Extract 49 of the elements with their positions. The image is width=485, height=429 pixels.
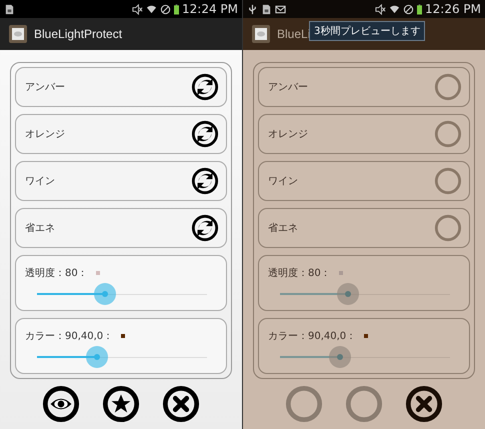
slider[interactable] xyxy=(280,346,450,368)
ring-icon[interactable] xyxy=(434,73,462,101)
mute-icon xyxy=(375,4,386,14)
slider[interactable] xyxy=(37,346,207,368)
wifi-icon xyxy=(146,4,157,14)
ring-button[interactable] xyxy=(345,385,383,423)
preset-item[interactable]: 省エネ xyxy=(258,208,470,248)
close-button[interactable] xyxy=(405,385,443,423)
preset-item[interactable]: オレンジ xyxy=(15,114,227,154)
preset-item[interactable]: アンバー xyxy=(15,67,227,107)
swap-icon[interactable] xyxy=(191,120,219,148)
slider-panel: カラー：90,40,0： xyxy=(15,318,227,374)
app-icon xyxy=(8,24,28,44)
preset-item[interactable]: オレンジ xyxy=(258,114,470,154)
favorite-button[interactable] xyxy=(102,385,140,423)
sim-card-icon xyxy=(4,4,15,14)
blocked-icon xyxy=(403,4,414,14)
app-title: BlueLightProtect xyxy=(34,27,122,41)
preset-item[interactable]: ワイン xyxy=(258,161,470,201)
slider-panel: カラー：90,40,0： xyxy=(258,318,470,374)
mute-icon xyxy=(132,4,143,14)
swap-icon[interactable] xyxy=(191,73,219,101)
preset-item[interactable]: ワイン xyxy=(15,161,227,201)
ring-icon[interactable] xyxy=(434,120,462,148)
swap-icon[interactable] xyxy=(191,214,219,242)
wifi-icon xyxy=(389,4,400,14)
blocked-icon xyxy=(160,4,171,14)
mail-icon xyxy=(275,4,286,14)
preset-item[interactable]: 省エネ xyxy=(15,208,227,248)
slider-panel: 透明度：80： xyxy=(258,255,470,311)
preview-tooltip: 3秒間プレビューします xyxy=(309,21,426,41)
clock: 12:26 PM xyxy=(425,2,481,16)
ring-icon[interactable] xyxy=(434,167,462,195)
swap-icon[interactable] xyxy=(191,167,219,195)
app-title: BlueLi xyxy=(277,27,310,41)
close-button[interactable] xyxy=(162,385,200,423)
slider[interactable] xyxy=(280,283,450,305)
usb-icon xyxy=(247,4,258,14)
preset-item[interactable]: アンバー xyxy=(258,67,470,107)
ring-icon[interactable] xyxy=(434,214,462,242)
slider-panel: 透明度：80： xyxy=(15,255,227,311)
sim-card-icon xyxy=(261,4,272,14)
battery-icon xyxy=(417,4,422,14)
slider[interactable] xyxy=(37,283,207,305)
clock: 12:24 PM xyxy=(182,2,238,16)
preview-button[interactable] xyxy=(42,385,80,423)
app-icon xyxy=(251,24,271,44)
ring-button[interactable] xyxy=(285,385,323,423)
battery-icon xyxy=(174,4,179,14)
